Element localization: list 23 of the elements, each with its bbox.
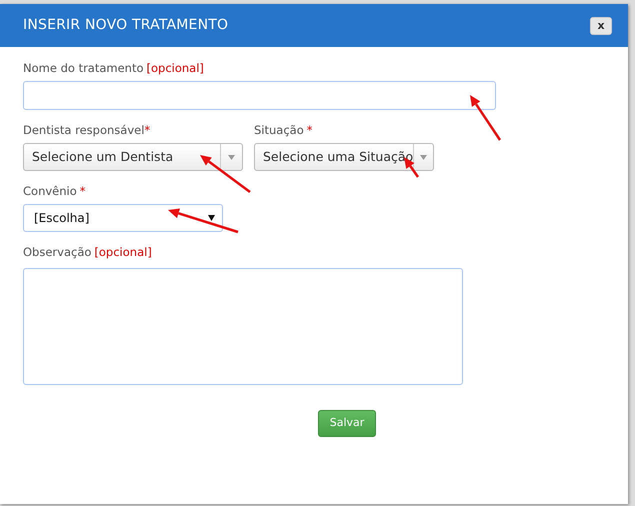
- field-label: Situação: [254, 122, 304, 139]
- arrow-icon: [168, 208, 238, 234]
- dropdown[interactable]: [Escolha]: [23, 204, 223, 232]
- dropdown[interactable]: Selecione um Dentista: [23, 143, 243, 171]
- field-marker: [opcional]: [146, 60, 204, 77]
- arrow-icon: [200, 155, 251, 193]
- close-button[interactable]: x: [590, 16, 612, 34]
- caret-icon: [228, 154, 235, 160]
- field-marker: *: [144, 122, 150, 139]
- dialog-title: INSERIR NOVO TRATAMENTO: [23, 16, 228, 35]
- arrow-icon: [470, 95, 502, 141]
- text-area[interactable]: [23, 268, 463, 385]
- field-marker: [opcional]: [94, 244, 152, 261]
- field-label: Convênio: [23, 183, 77, 200]
- text-field[interactable]: [23, 81, 496, 110]
- caret-icon: [420, 154, 428, 160]
- dropdown[interactable]: Selecione uma Situação: [254, 143, 434, 171]
- field-marker: *: [80, 183, 86, 200]
- caret-icon: [208, 215, 215, 221]
- field-label: Observação: [23, 244, 92, 261]
- field-label: Nome do tratamento: [23, 60, 144, 77]
- field-label: Dentista responsável: [23, 122, 144, 139]
- field-marker: *: [306, 122, 312, 139]
